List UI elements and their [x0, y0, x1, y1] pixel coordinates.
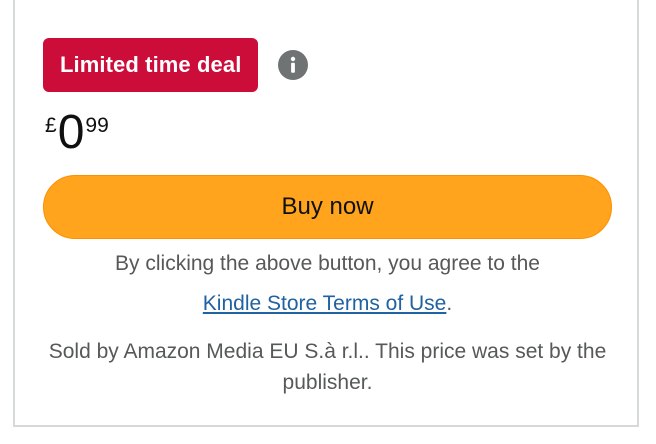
price-fraction: 99 — [85, 114, 109, 137]
price-whole: 0 — [57, 106, 85, 159]
buy-now-button[interactable]: Buy now — [43, 175, 612, 239]
terms-notice: By clicking the above button, you agree … — [43, 244, 612, 324]
buy-now-label: Buy now — [281, 193, 374, 220]
deal-row: Limited time deal — [43, 38, 309, 92]
terms-prefix: By clicking the above button, you agree … — [115, 252, 540, 275]
sold-by-notice: Sold by Amazon Media EU S.à r.l.. This p… — [48, 340, 607, 394]
terms-suffix: . — [446, 292, 453, 315]
limited-time-deal-badge: Limited time deal — [43, 38, 259, 92]
price: £ 0 99 — [45, 108, 109, 158]
info-icon[interactable] — [278, 50, 309, 80]
buy-box-panel: Limited time deal £ 0 99 Buy now By clic… — [13, 0, 639, 427]
info-icon-glyph — [291, 56, 296, 73]
kindle-store-terms-link[interactable]: Kindle Store Terms of Use — [203, 292, 447, 315]
price-currency-symbol: £ — [45, 114, 57, 137]
